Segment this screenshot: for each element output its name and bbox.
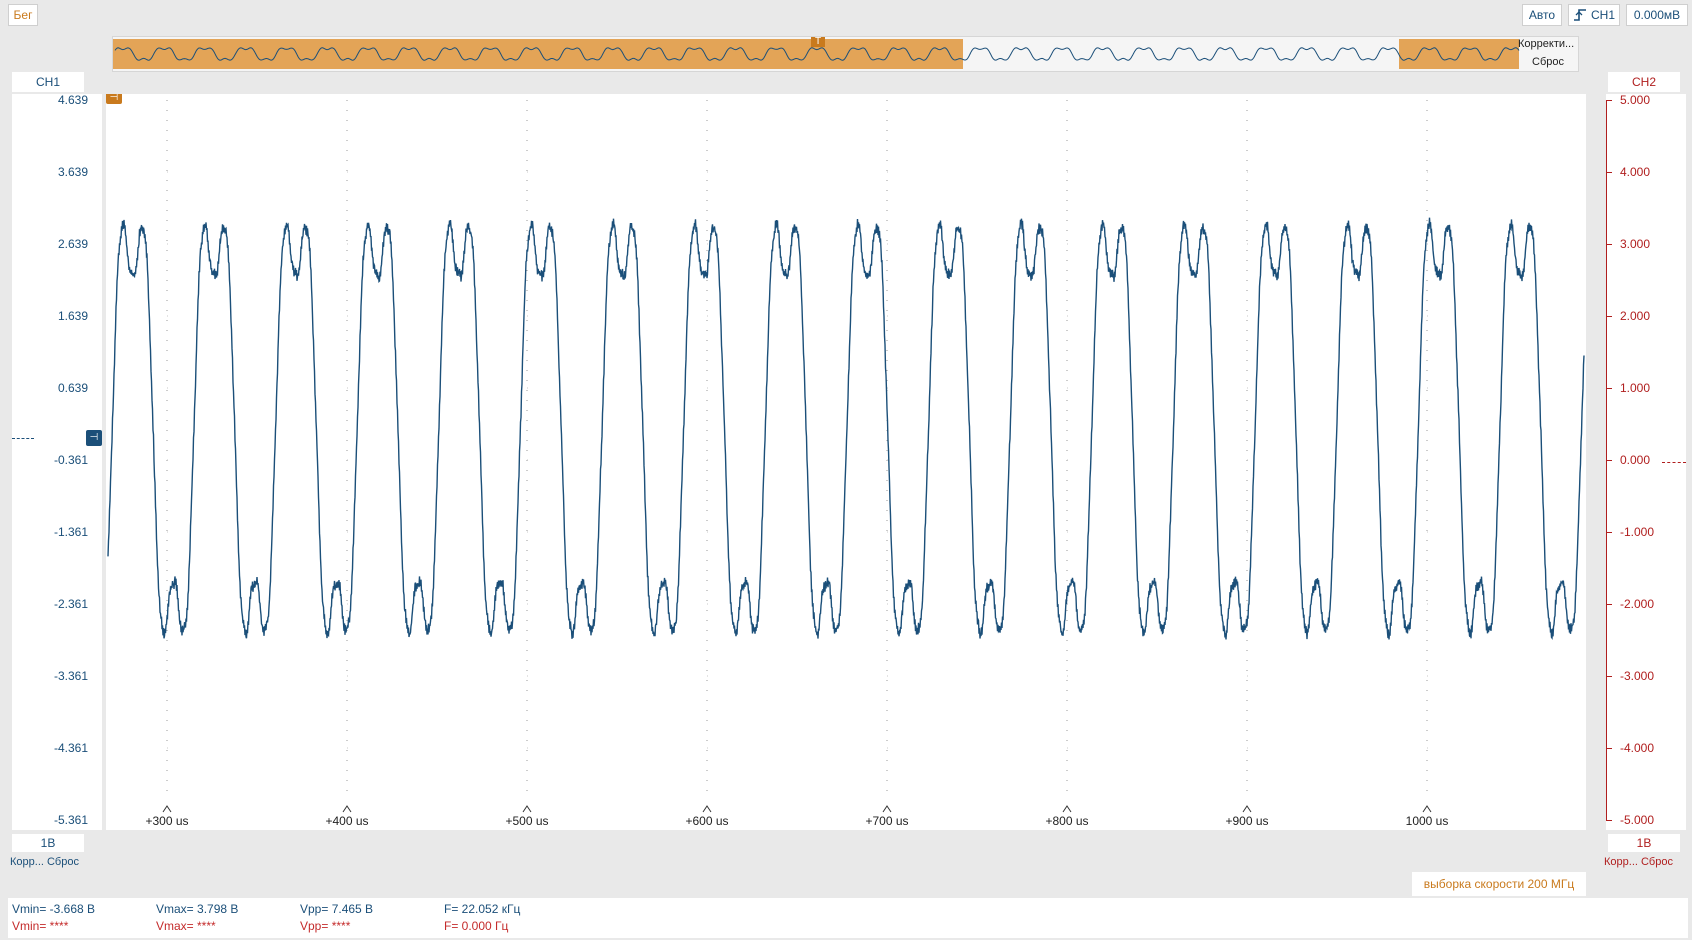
ch2-vmax: Vmax= **** xyxy=(156,919,216,933)
ch2-y-tick-label: 3.000 xyxy=(1620,237,1651,251)
ch1-y-tick-label: 4.639 xyxy=(57,93,88,107)
trigger-level-button[interactable]: 0.000мВ xyxy=(1626,4,1688,26)
x-tick-label: +700 us xyxy=(865,814,909,828)
x-tick-label: +900 us xyxy=(1225,814,1269,828)
x-end-label: 1000 us xyxy=(1405,814,1449,828)
ch1-y-tick-label: -1.361 xyxy=(53,525,88,539)
ch2-y-tick-label: 1.000 xyxy=(1620,381,1651,395)
ch2-y-tick-label: -5.000 xyxy=(1620,813,1655,827)
x-tick-label: +500 us xyxy=(505,814,549,828)
ch1-vmin: Vmin= -3.668 В xyxy=(12,902,96,916)
ch2-y-tick-label: 0.000 xyxy=(1620,453,1651,467)
ch1-frequency: F= 22.052 кГц xyxy=(444,902,521,916)
rising-edge-icon xyxy=(1573,9,1586,21)
trigger-mode-button[interactable]: Авто xyxy=(1522,4,1562,26)
ch2-y-tick-label: -2.000 xyxy=(1620,597,1655,611)
x-tick-label: +400 us xyxy=(325,814,369,828)
overview-reset-button[interactable]: Сброс xyxy=(1516,56,1580,72)
ch1-y-tick-label: -3.361 xyxy=(53,669,88,683)
ch2-vmin: Vmin= **** xyxy=(12,919,69,933)
ch1-ground-dash xyxy=(12,438,34,439)
ch2-y-tick-label: 5.000 xyxy=(1620,93,1651,107)
ch1-trace xyxy=(107,217,1585,641)
ch1-y-tick-label: -4.361 xyxy=(53,741,88,755)
ch2-scale-button[interactable]: 1В xyxy=(1608,834,1680,852)
x-tick xyxy=(342,805,352,813)
x-tick-label: +300 us xyxy=(145,814,189,828)
svg-text:T: T xyxy=(815,37,821,47)
run-stop-button[interactable]: Бег xyxy=(8,4,38,26)
x-tick xyxy=(1062,805,1072,813)
ch2-axis-line xyxy=(1606,100,1607,820)
trigger-level-label: 0.000мВ xyxy=(1633,8,1681,22)
x-tick-label: +800 us xyxy=(1045,814,1089,828)
ch2-y-tick-label: -1.000 xyxy=(1620,525,1655,539)
ch2-y-tick-label: -3.000 xyxy=(1620,669,1655,683)
waveform-overview[interactable]: T xyxy=(112,33,1579,72)
ch2-vpp: Vpp= **** xyxy=(300,919,351,933)
trigger-position-marker: ⊣ xyxy=(106,88,122,104)
ch1-y-tick-label: 0.639 xyxy=(57,381,88,395)
svg-text:⊣: ⊣ xyxy=(110,94,119,103)
ch2-y-tick-label: 2.000 xyxy=(1620,309,1651,323)
run-label: Бег xyxy=(13,8,33,22)
ch1-vmax: Vmax= 3.798 В xyxy=(156,902,239,916)
x-tick xyxy=(882,805,892,813)
ch1-y-tick-label: -5.361 xyxy=(53,813,88,827)
ch1-y-tick-label: -2.361 xyxy=(53,597,88,611)
waveform-plot: ⊣ xyxy=(106,88,1586,813)
overview-waveform: T xyxy=(113,33,1520,69)
ch1-y-tick-label: -0.361 xyxy=(53,453,88,467)
x-tick xyxy=(162,805,172,813)
overview-window-left xyxy=(113,39,963,69)
x-tick-label: +600 us xyxy=(685,814,729,828)
ch1-scale-label: 1В xyxy=(40,836,56,850)
ch2-y-tick-label: 4.000 xyxy=(1620,165,1651,179)
ch2-frequency: F= 0.000 Гц xyxy=(444,919,509,933)
ch2-adjust-reset[interactable]: Корр... Сброс xyxy=(1604,856,1690,872)
ch2-scale-label: 1В xyxy=(1636,836,1652,850)
ch1-y-tick-label: 3.639 xyxy=(57,165,88,179)
ch1-vpp: Vpp= 7.465 В xyxy=(300,902,374,916)
ch2-ground-dash xyxy=(1662,462,1686,463)
overview-adjust-button[interactable]: Корректи... xyxy=(1516,38,1580,54)
ch2-label[interactable]: CH2 xyxy=(1608,72,1680,92)
ch2-y-tick-label: -4.000 xyxy=(1620,741,1655,755)
ch1-offset-marker[interactable]: ⊣ xyxy=(86,430,102,446)
ch1-label[interactable]: CH1 xyxy=(12,72,84,92)
ch1-scale-button[interactable]: 1В xyxy=(12,834,84,852)
x-tick xyxy=(522,805,532,813)
ch1-y-axis: 4.639 3.639 2.639 1.639 0.639 -0.361 -1.361 -2.… xyxy=(12,93,102,830)
waveform-display[interactable]: ⊣ +300 us +400 us +500 us +600 us +700 us +80… xyxy=(106,88,1586,830)
trigger-mode-label: Авто xyxy=(1528,8,1556,22)
x-tick xyxy=(1242,805,1252,813)
x-tick xyxy=(1422,805,1432,813)
ch1-y-tick-label: 2.639 xyxy=(57,237,88,251)
ch2-y-tick xyxy=(1606,820,1612,821)
x-tick xyxy=(702,805,712,813)
ch1-y-tick-label: 1.639 xyxy=(57,309,88,323)
trigger-marker: T xyxy=(811,33,825,47)
ch2-y-axis: 5.000 4.000 3.000 2.000 1.000 0.000 -1.000 -2.0… xyxy=(1606,93,1686,830)
sample-rate-label: выборка скорости 200 МГц xyxy=(1412,872,1586,896)
ch1-adjust-reset[interactable]: Корр... Сброс xyxy=(10,856,100,872)
measurement-bar: Vmin= -3.668 В Vmax= 3.798 В Vpp= 7.465 … xyxy=(8,898,1688,938)
trigger-channel-label: CH1 xyxy=(1590,8,1615,22)
trigger-channel-button[interactable]: CH1 xyxy=(1568,4,1620,26)
